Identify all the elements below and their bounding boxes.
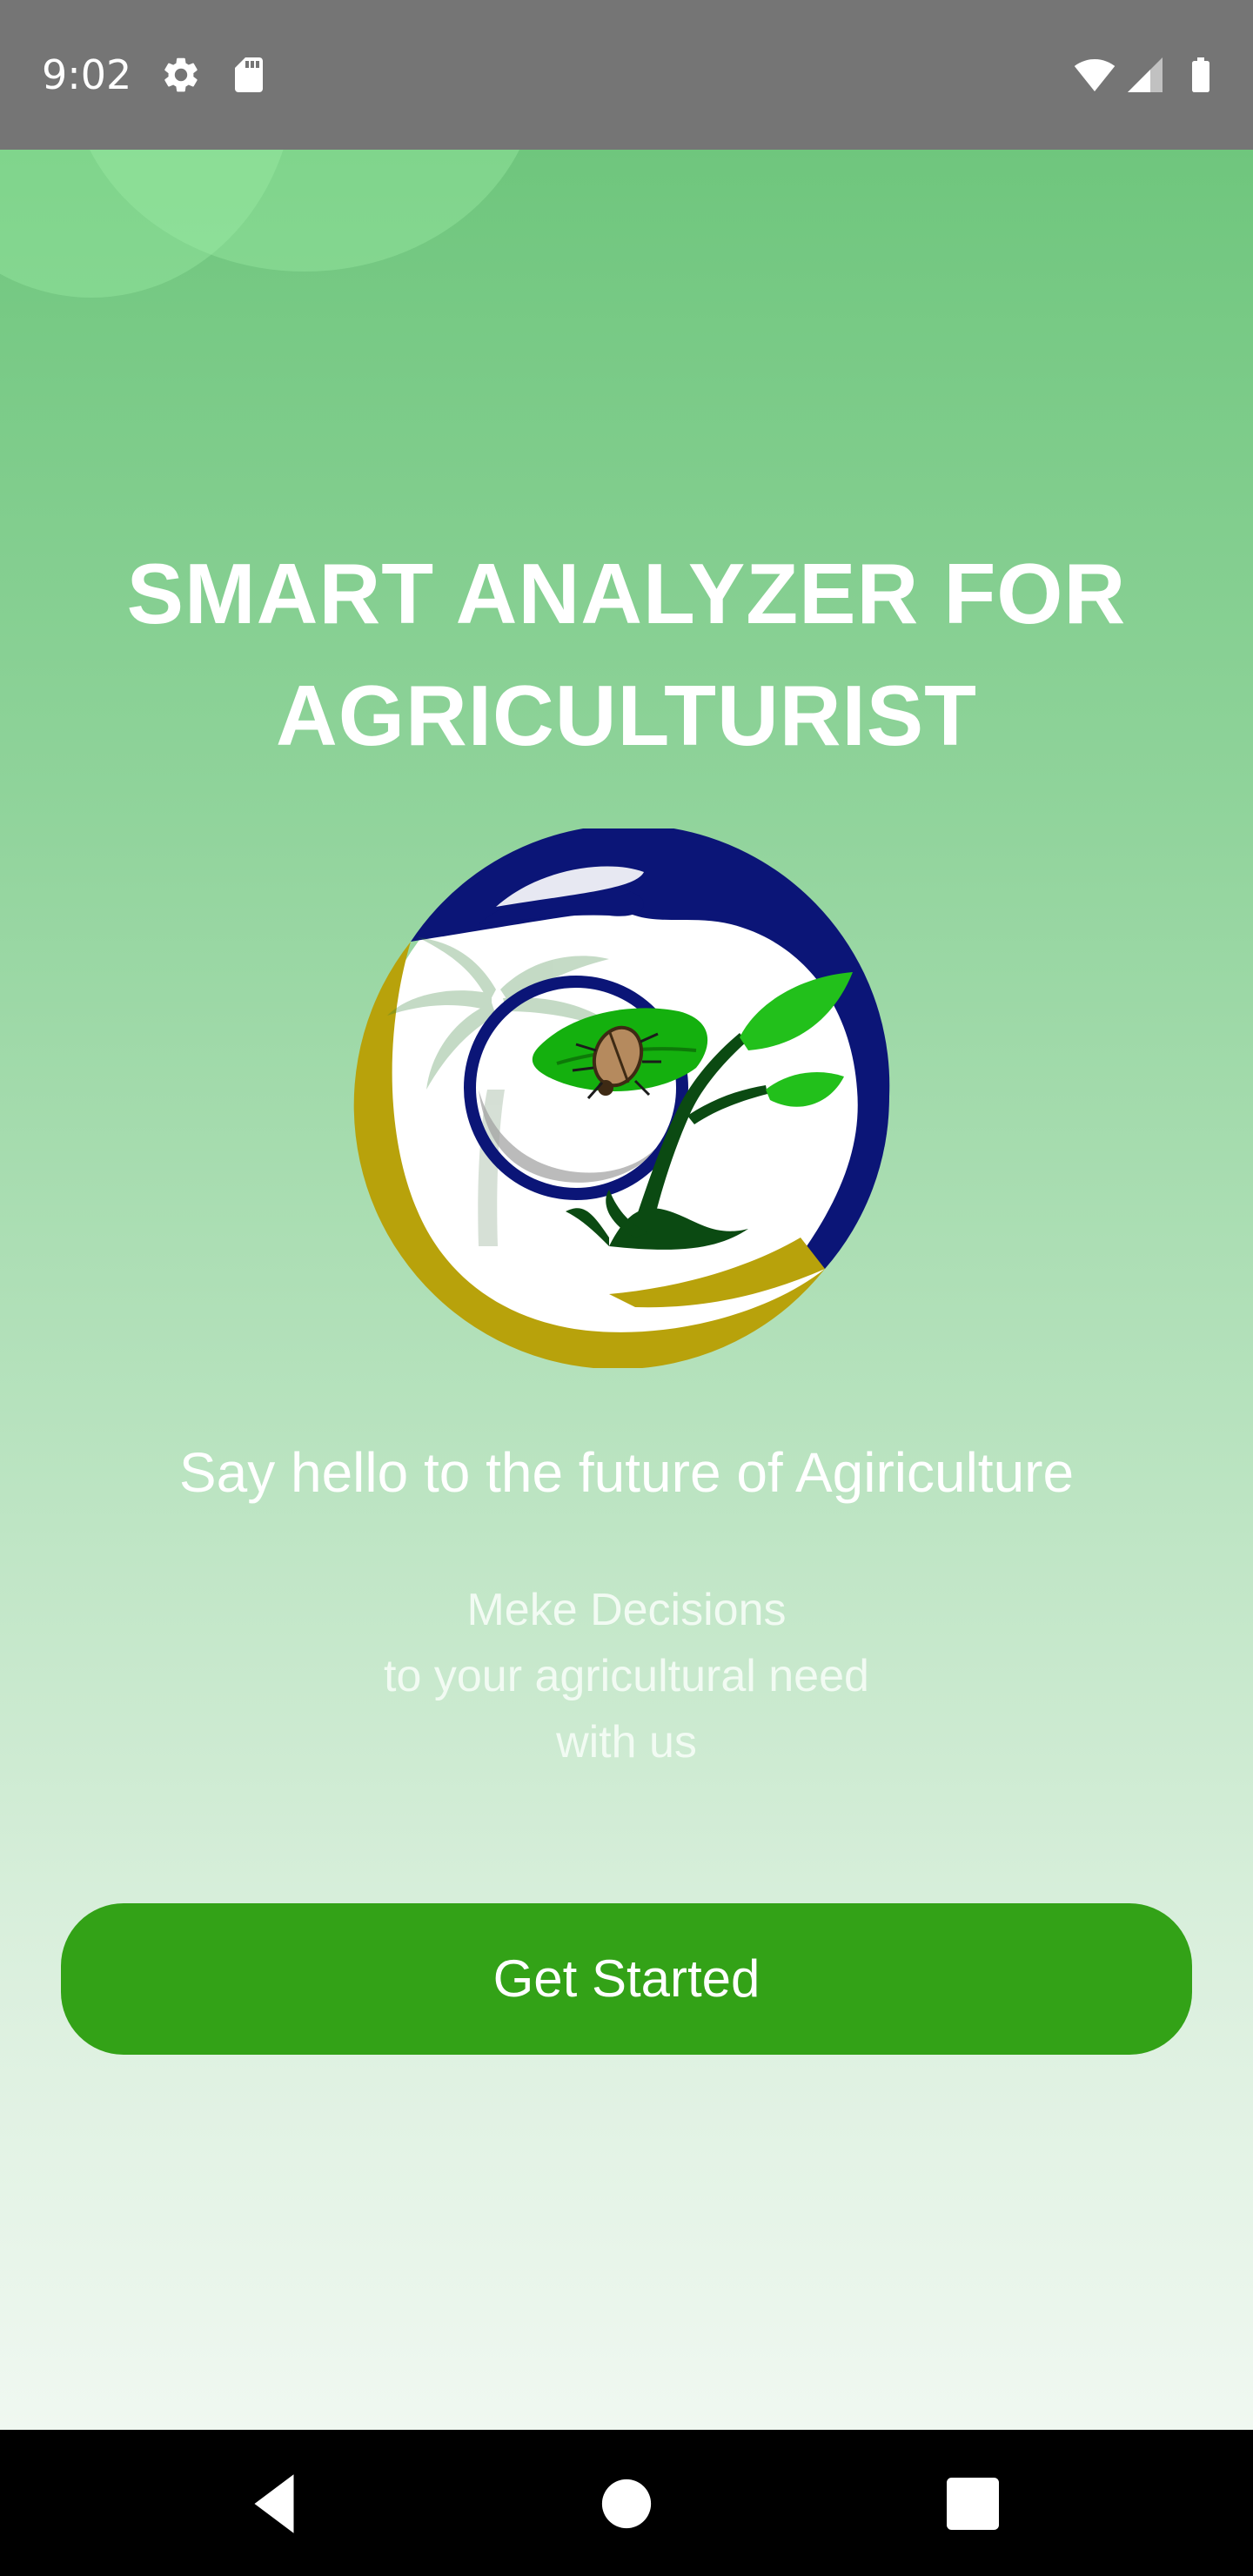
app-title: SMART ANALYZER FOR AGRICULTURIST [0,533,1253,776]
get-started-button[interactable]: Get Started [61,1903,1192,2055]
cell-signal-icon [1128,57,1163,92]
welcome-screen: SMART ANALYZER FOR AGRICULTURIST Say hel… [0,150,1253,2430]
subtext-line-2: to your agricultural need [384,1651,869,1701]
subtext: Meke Decisions to your agricultural need… [0,1577,1253,1775]
status-time: 9:02 [42,51,132,98]
home-icon[interactable] [587,2465,666,2543]
gear-icon [164,57,198,92]
app-title-line-2: AGRICULTURIST [276,667,977,763]
subtext-line-3: with us [556,1717,697,1768]
battery-icon [1192,57,1209,92]
recents-icon[interactable] [934,2465,1012,2543]
navigation-bar [0,2430,1253,2576]
sd-card-icon [235,57,263,92]
back-icon[interactable] [235,2465,313,2543]
status-bar: 9:02 [0,0,1253,150]
tagline: Say hello to the future of Agiriculture [178,1441,1075,1504]
wifi-icon [1074,59,1116,91]
app-title-line-1: SMART ANALYZER FOR [126,546,1127,641]
subtext-line-1: Meke Decisions [466,1585,787,1635]
leaf-hands-beetle-logo [353,828,890,1368]
